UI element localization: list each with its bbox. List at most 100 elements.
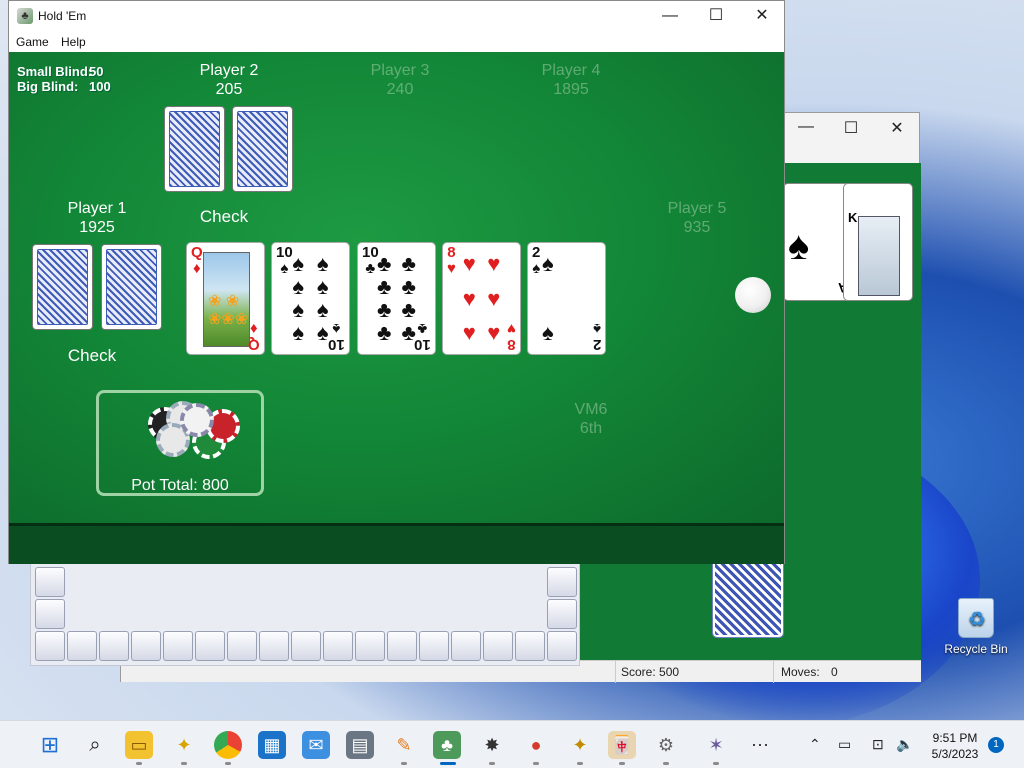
holdem-window[interactable]: ♣ Hold 'Em — ☐ ✕ Game Help Small Blind: … (8, 0, 785, 564)
player-1-action: Check (67, 346, 117, 365)
player-2-action: Check (199, 207, 249, 226)
bee-icon[interactable]: ✦ (566, 731, 594, 759)
holdem-icon[interactable]: ♣ (433, 731, 461, 759)
player-5-chips: 935 (683, 219, 711, 236)
moves-value: 0 (831, 665, 838, 679)
bee-game-icon[interactable]: ✦ (170, 731, 198, 759)
solitaire-close-button[interactable]: ✕ (877, 118, 917, 138)
player-2-card-back (164, 106, 225, 192)
table-rail (9, 523, 784, 564)
close-button[interactable]: ✕ (739, 5, 785, 27)
mahjong-tiles-window[interactable] (30, 560, 580, 666)
mahjong-tile[interactable] (195, 631, 225, 661)
maximize-button[interactable]: ☐ (693, 5, 739, 27)
spider-icon[interactable]: ✶ (702, 731, 730, 759)
card-rank: 8 ♥ (447, 244, 456, 277)
mahjong-tile[interactable] (547, 599, 577, 629)
mahjong-icon[interactable]: 🀄 (608, 731, 636, 759)
card-pips: ♥ ♥ ♥ ♥ ♥ ♥ (462, 251, 501, 345)
recycle-bin-icon: ♻ (958, 598, 994, 638)
mahjong-tile[interactable] (131, 631, 161, 661)
community-card-5: 2 ♠ ♠ ♠ 2 ♠ (527, 242, 606, 355)
solitaire-maximize-button[interactable]: ☐ (831, 118, 871, 138)
minesweeper-icon[interactable]: ✸ (478, 731, 506, 759)
solitaire-minimize-button[interactable]: — (786, 118, 826, 136)
player-4-chips: 1895 (553, 81, 589, 98)
volume-icon[interactable]: 🔈 (896, 736, 913, 753)
dealer-button (735, 277, 771, 313)
king-art (858, 216, 900, 296)
mahjong-tile[interactable] (547, 567, 577, 597)
mahjong-tile[interactable] (355, 631, 385, 661)
mahjong-tile[interactable] (387, 631, 417, 661)
solitaire-card-spade-king[interactable]: K (843, 183, 913, 301)
pot-total: Pot Total: 800 (131, 477, 229, 494)
player-1-card-back (32, 244, 93, 330)
queen-art (203, 252, 250, 347)
small-blind-label: Small Blind: (17, 64, 93, 79)
spade-pip: ♠ (788, 224, 810, 268)
more-icon[interactable]: ⋯ (746, 731, 774, 759)
mahjong-tile[interactable] (515, 631, 545, 661)
chip-stack-icon (144, 399, 244, 465)
community-card-1: Q♦ Q♦ (186, 242, 265, 355)
mahjong-tile[interactable] (35, 631, 65, 661)
mahjong-tile[interactable] (259, 631, 289, 661)
menu-game[interactable]: Game (16, 35, 49, 49)
player-2-card-back (232, 106, 293, 192)
mahjong-tile[interactable] (291, 631, 321, 661)
menu-bar: Game Help (9, 31, 784, 52)
menu-help[interactable]: Help (61, 35, 86, 49)
community-card-4: 8 ♥ ♥ ♥ ♥ ♥ ♥ ♥ 8 ♥ (442, 242, 521, 355)
vm6-name: VM6 (574, 401, 608, 418)
search-icon[interactable]: ⌕ (81, 731, 109, 759)
player-3-chips: 240 (386, 81, 414, 98)
gear-game-icon[interactable]: ⚙ (652, 731, 680, 759)
store-icon[interactable]: ▦ (258, 731, 286, 759)
mahjong-tile[interactable] (451, 631, 481, 661)
mahjong-tile[interactable] (67, 631, 97, 661)
player-3-name: Player 3 (370, 62, 430, 79)
taskbar: ⊞ ⌕ ▭ ✦ ▦ ✉ ▤ ✎ ♣ ✸ ● ✦ 🀄 ⚙ ✶ ⋯ ⌃ ▭ ⊡ 🔈 … (0, 720, 1024, 768)
recycle-bin-label: Recycle Bin (944, 642, 1008, 656)
recycle-bin-shortcut[interactable]: ♻ Recycle Bin (940, 598, 1012, 656)
mahjong-tile[interactable] (35, 599, 65, 629)
chrome-icon[interactable] (214, 731, 242, 759)
player-1-card-back (101, 244, 162, 330)
card-rank-bottom: 10 ♠ (328, 320, 345, 353)
mahjong-tile[interactable] (483, 631, 513, 661)
ladybug-icon[interactable]: ● (522, 731, 550, 759)
clock[interactable]: 9:51 PM 5/3/2023 (920, 730, 990, 762)
paint-icon[interactable]: ✎ (390, 731, 418, 759)
small-blind-value: 50 (89, 64, 104, 79)
score-readout: Score: 500 (621, 665, 680, 679)
card-rank: K (848, 210, 858, 225)
file-explorer-icon[interactable]: ▭ (125, 731, 153, 759)
mahjong-tile[interactable] (163, 631, 193, 661)
player-4-name: Player 4 (541, 62, 601, 79)
calculator-icon[interactable]: ▤ (346, 731, 374, 759)
mahjong-tile[interactable] (227, 631, 257, 661)
mahjong-tile[interactable] (99, 631, 129, 661)
poker-table: Small Blind: 50 Big Blind: 100 Player 2 … (9, 52, 784, 523)
chevron-up-icon[interactable]: ⌃ (809, 736, 821, 753)
player-5-name: Player 5 (667, 200, 727, 217)
mahjong-tile[interactable] (419, 631, 449, 661)
big-blind-value: 100 (89, 79, 111, 94)
mahjong-tile[interactable] (35, 567, 65, 597)
holdem-titlebar[interactable]: ♣ Hold 'Em — ☐ ✕ (9, 1, 784, 31)
holdem-app-icon: ♣ (17, 8, 33, 24)
start-icon[interactable]: ⊞ (36, 731, 64, 759)
window-title: Hold 'Em (38, 9, 87, 23)
player-2-chips: 205 (215, 81, 243, 98)
mail-icon[interactable]: ✉ (302, 731, 330, 759)
moves-label: Moves: (781, 665, 820, 679)
card-rank-bottom: 2 ♠ (592, 320, 601, 353)
community-card-2: 10 ♠ ♠ ♠ ♠ ♠ ♠ ♠ ♠ ♠ 10 ♠ (271, 242, 350, 355)
minimize-button[interactable]: — (647, 5, 693, 27)
mahjong-tile[interactable] (323, 631, 353, 661)
notification-badge[interactable]: 1 (988, 737, 1004, 753)
network-icon[interactable]: ⊡ (872, 736, 884, 753)
keyboard-icon[interactable]: ▭ (838, 736, 851, 753)
mahjong-tile[interactable] (547, 631, 577, 661)
